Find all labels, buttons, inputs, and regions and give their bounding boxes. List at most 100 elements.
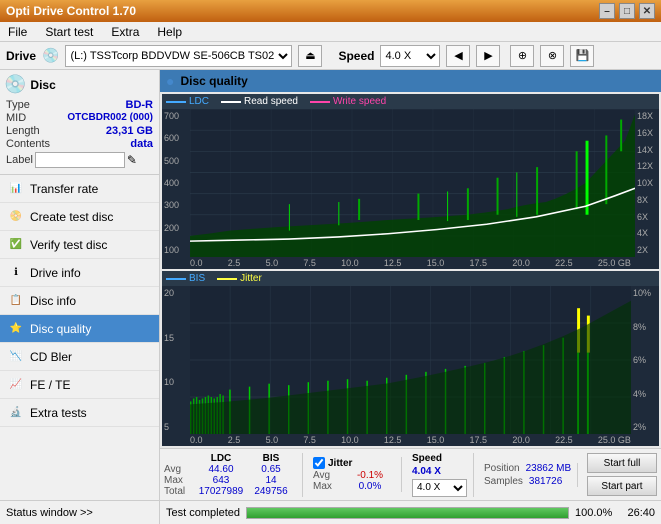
bis-avg: 0.65 [246, 464, 296, 475]
nav-create-test-disc[interactable]: 📀 Create test disc [0, 203, 159, 231]
position-row: Position 23862 MB [484, 463, 571, 474]
menu-start-test[interactable]: Start test [41, 25, 97, 39]
speed-label: Speed [338, 49, 374, 63]
disc-contents-label: Contents [6, 138, 50, 150]
nav-transfer-rate[interactable]: 📊 Transfer rate [0, 175, 159, 203]
speed-section: Speed 4.04 X 4.0 X [406, 453, 474, 497]
label-icon[interactable]: ✎ [127, 153, 137, 167]
disc-contents-value: data [130, 138, 153, 150]
position-samples-section: Position 23862 MB Samples 381726 [478, 463, 578, 487]
status-progress-area: Test completed 100.0% 26:40 [160, 507, 661, 519]
close-button[interactable]: ✕ [639, 3, 655, 19]
top-y-axis-left: 700600500400300200100 [162, 109, 190, 257]
minimize-button[interactable]: – [599, 3, 615, 19]
jitter-max-label: Max [313, 481, 345, 492]
titlebar: Opti Drive Control 1.70 – □ ✕ [0, 0, 661, 22]
speed-prev-button[interactable]: ◀ [446, 45, 470, 67]
read-speed-legend: Read speed [221, 96, 298, 107]
cd-bler-icon: 📉 [8, 349, 24, 365]
speed-select[interactable]: 4.0 X [380, 45, 440, 67]
window-controls: – □ ✕ [599, 3, 655, 19]
action-btn-2[interactable]: ⊗ [540, 45, 564, 67]
bot-chart-canvas [190, 286, 631, 434]
avg-label: Avg [164, 464, 196, 475]
nav-extra-tests-label: Extra tests [30, 406, 87, 420]
nav-disc-quality[interactable]: ⭐ Disc quality [0, 315, 159, 343]
jitter-avg-label: Avg [313, 470, 345, 481]
nav-disc-info[interactable]: 📋 Disc info [0, 287, 159, 315]
disc-mid-label: MID [6, 112, 26, 124]
nav-disc-info-label: Disc info [30, 294, 76, 308]
status-text: Test completed [166, 507, 240, 519]
samples-row: Samples 381726 [484, 476, 571, 487]
drive-select[interactable]: (L:) TSSTcorp BDDVDW SE-506CB TS02 [65, 45, 292, 67]
drive-label: Drive [6, 49, 36, 63]
jitter-legend: Jitter [217, 273, 262, 284]
drive-info-icon: ℹ [8, 265, 24, 281]
progress-time: 26:40 [619, 507, 655, 519]
nav-cd-bler[interactable]: 📉 CD Bler [0, 343, 159, 371]
top-chart-svg [190, 109, 635, 257]
disc-title: Disc [30, 78, 55, 92]
disc-mid-row: MID OTCBDR002 (000) [6, 112, 153, 124]
speed-stat-dropdown[interactable]: 4.0 X [412, 479, 467, 497]
action-btn-3[interactable]: 💾 [570, 45, 594, 67]
create-test-disc-icon: 📀 [8, 209, 24, 225]
status-window-label: Status window >> [6, 507, 93, 519]
disc-length-row: Length 23,31 GB [6, 125, 153, 137]
nav-create-test-disc-label: Create test disc [30, 210, 113, 224]
bis-legend-label: BIS [189, 273, 205, 284]
nav-drive-info[interactable]: ℹ Drive info [0, 259, 159, 287]
stats-empty-header [164, 453, 196, 464]
chart-title: Disc quality [180, 74, 247, 88]
disc-mid-value: OTCBDR002 (000) [67, 112, 153, 124]
speed-next-button[interactable]: ▶ [476, 45, 500, 67]
maximize-button[interactable]: □ [619, 3, 635, 19]
jitter-avg-val: -0.1% [345, 470, 395, 481]
eject-button[interactable]: ⏏ [298, 45, 322, 67]
start-full-button[interactable]: Start full [587, 453, 657, 473]
fe-te-icon: 📈 [8, 377, 24, 393]
nav-fe-te-label: FE / TE [30, 378, 70, 392]
bot-x-axis: 0.02.55.07.510.012.515.017.520.022.525.0… [162, 434, 659, 446]
jitter-checkbox[interactable] [313, 457, 325, 469]
jitter-header-row: Jitter [313, 457, 395, 469]
position-label: Position [484, 463, 520, 474]
action-btn-1[interactable]: ⊕ [510, 45, 534, 67]
disc-label-input[interactable] [35, 152, 125, 168]
nav-transfer-rate-label: Transfer rate [30, 182, 98, 196]
nav-extra-tests[interactable]: 🔬 Extra tests [0, 399, 159, 427]
drivebar: Drive 💿 (L:) TSSTcorp BDDVDW SE-506CB TS… [0, 42, 661, 70]
ldc-max: 643 [196, 475, 246, 486]
nav-verify-test-disc-label: Verify test disc [30, 238, 107, 252]
menu-file[interactable]: File [4, 25, 31, 39]
bis-max: 14 [246, 475, 296, 486]
disc-info-icon: 📋 [8, 293, 24, 309]
write-speed-legend: Write speed [310, 96, 386, 107]
progress-percentage: 100.0% [575, 507, 613, 519]
disc-icon: 💿 [4, 74, 26, 95]
disc-length-value: 23,31 GB [106, 125, 153, 137]
sidebar: 💿 Disc Type BD-R MID OTCBDR002 (000) Len… [0, 70, 160, 500]
progress-bar-background [246, 507, 569, 519]
app-title: Opti Drive Control 1.70 [6, 4, 136, 18]
ldc-total: 17027989 [196, 486, 246, 497]
bot-y-axis-right: 10%8%6%4%2% [631, 286, 659, 434]
bot-y-axis-left: 2015105 [162, 286, 190, 434]
jitter-max-val: 0.0% [345, 481, 395, 492]
menu-extra[interactable]: Extra [107, 25, 143, 39]
disc-quality-icon: ⭐ [8, 321, 24, 337]
top-chart-legend: LDC Read speed Write speed [162, 94, 659, 109]
nav-fe-te[interactable]: 📈 FE / TE [0, 371, 159, 399]
stats-row: LDC BIS Avg 44.60 0.65 Max 643 14 Total … [160, 448, 661, 500]
total-label: Total [164, 486, 196, 497]
top-x-axis: 0.02.55.07.510.012.515.017.520.022.525.0… [162, 257, 659, 269]
menu-help[interactable]: Help [153, 25, 186, 39]
menubar: File Start test Extra Help [0, 22, 661, 42]
start-part-button[interactable]: Start part [587, 476, 657, 496]
status-window-button[interactable]: Status window >> [0, 501, 160, 524]
extra-tests-icon: 🔬 [8, 405, 24, 421]
nav-verify-test-disc[interactable]: ✅ Verify test disc [0, 231, 159, 259]
ldc-legend: LDC [166, 96, 209, 107]
chart-header: ● Disc quality [160, 70, 661, 92]
